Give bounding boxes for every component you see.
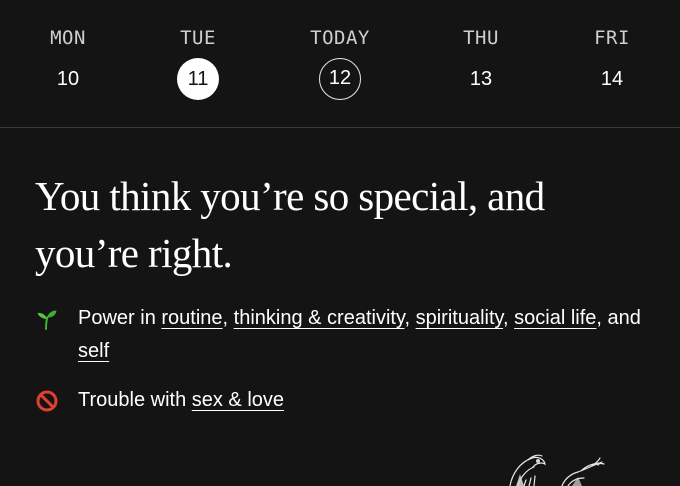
link-sex-love[interactable]: sex & love xyxy=(192,389,284,411)
day-label: THU xyxy=(463,27,499,49)
link-thinking-creativity[interactable]: thinking & creativity xyxy=(234,307,405,329)
separator: , and xyxy=(596,307,641,329)
trouble-row: Trouble with sex & love xyxy=(35,384,645,417)
day-mon[interactable]: MON 10 xyxy=(13,0,123,127)
link-social-life[interactable]: social life xyxy=(514,307,596,329)
power-text: Power in routine, thinking & creativity,… xyxy=(78,302,645,368)
link-spirituality[interactable]: spirituality xyxy=(416,307,503,329)
horoscope-headline: You think you’re so special, and you’re … xyxy=(35,173,545,276)
day-fri[interactable]: FRI 14 xyxy=(557,0,667,127)
decorative-illustration xyxy=(498,448,618,486)
link-self[interactable]: self xyxy=(78,340,109,362)
separator: , xyxy=(404,307,416,329)
prohibited-icon xyxy=(35,389,59,413)
day-label: TODAY xyxy=(310,27,370,49)
trouble-text: Trouble with sex & love xyxy=(78,384,645,417)
day-number-today: 12 xyxy=(319,58,361,100)
horoscope-page: MON 10 TUE 11 TODAY 12 THU 13 FRI 14 You… xyxy=(0,0,680,486)
power-row: Power in routine, thinking & creativity,… xyxy=(35,302,645,368)
day-label: FRI xyxy=(594,27,630,49)
day-label: MON xyxy=(50,27,86,49)
separator: , xyxy=(222,307,234,329)
day-number: 10 xyxy=(56,68,80,90)
seedling-icon xyxy=(35,307,59,331)
day-selector: MON 10 TUE 11 TODAY 12 THU 13 FRI 14 xyxy=(0,0,680,128)
power-prefix: Power in xyxy=(78,307,162,329)
day-number: 13 xyxy=(469,68,493,90)
day-tue[interactable]: TUE 11 xyxy=(143,0,253,127)
day-today[interactable]: TODAY 12 xyxy=(285,0,395,127)
day-number-selected: 11 xyxy=(177,58,219,100)
day-number: 14 xyxy=(600,68,624,90)
day-thu[interactable]: THU 13 xyxy=(426,0,536,127)
separator: , xyxy=(503,307,515,329)
link-routine[interactable]: routine xyxy=(161,307,222,329)
trouble-prefix: Trouble with xyxy=(78,389,192,411)
day-label: TUE xyxy=(180,27,216,49)
